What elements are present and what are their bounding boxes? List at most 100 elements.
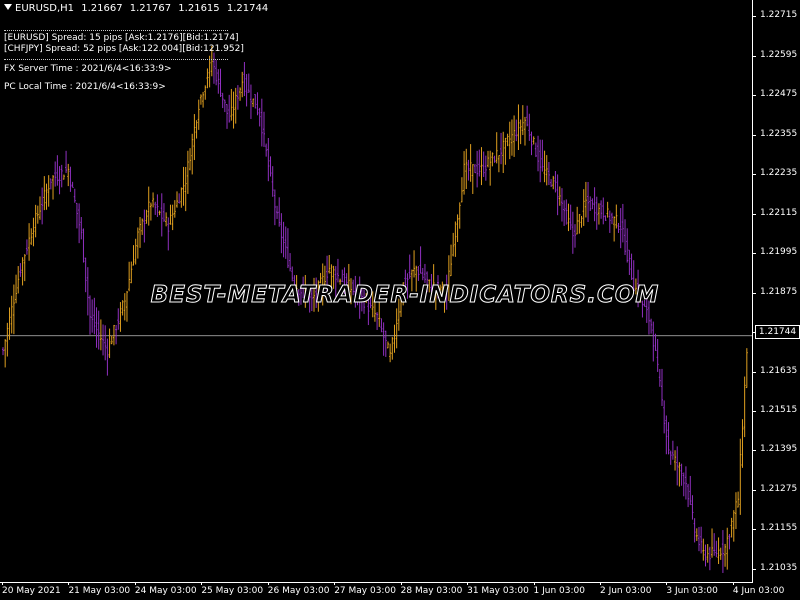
ohlc-bar (719, 547, 722, 560)
ohlc-bar (75, 202, 78, 229)
ohlc-bar (165, 212, 168, 227)
ohlc-bar (2, 347, 4, 356)
ohlc-bar (191, 133, 194, 175)
price-level-label: 1.22235 (760, 168, 798, 179)
ohlc-bar (491, 152, 494, 167)
ohlc-bar (717, 537, 720, 565)
watermark-text: BEST-METATRADER-INDICATORS.COM (150, 282, 660, 309)
ohlc-bar (8, 307, 11, 340)
price-level-label: 1.22355 (760, 128, 798, 139)
price-tick (752, 371, 756, 373)
ohlc-bar (102, 324, 105, 356)
ohlc-bar (382, 322, 385, 356)
ohlc-bar (162, 203, 165, 222)
price-tick (752, 568, 756, 570)
ohlc-bar (106, 338, 109, 376)
ohlc-bar (700, 526, 703, 554)
time-tick (334, 582, 336, 585)
ohlc-bar (280, 213, 283, 254)
time-tick (68, 582, 70, 585)
ohlc-bar (695, 528, 698, 541)
spread-line-chfjpy: [CHFJPY] Spread: 52 pips [Ask:122.004][B… (4, 44, 244, 54)
ohlc-bar (226, 104, 229, 129)
ohlc-bar (547, 161, 550, 186)
ohlc-bar (587, 181, 590, 223)
price-tick (752, 411, 756, 413)
ohlc-bar (91, 299, 94, 333)
ohlc-bar (469, 144, 472, 182)
time-tick (732, 582, 734, 585)
ohlc-bar (676, 446, 679, 486)
ohlc-bar (628, 249, 631, 275)
ohlc-bar (624, 219, 627, 256)
ohlc-bar (458, 202, 461, 229)
ohlc-bar (49, 178, 52, 190)
ohlc-bar (241, 71, 244, 98)
ohlc-bar (471, 164, 474, 194)
ohlc-bar (243, 61, 246, 97)
ohlc-bar (56, 155, 59, 186)
ohlc-bar (47, 175, 50, 207)
ohlc-bar (508, 121, 511, 160)
time-tick (400, 582, 402, 585)
price-scale[interactable]: 1.22715 1.22595 1.22475 1.22355 1.22235 1.221… (752, 0, 800, 582)
ohlc-bar (132, 245, 135, 266)
ohlc-close: 1.21744 (226, 3, 269, 14)
ohlc-bar (523, 116, 526, 146)
ohlc-bar (737, 491, 740, 508)
ohlc-bar (84, 257, 87, 293)
ohlc-bar (256, 92, 259, 116)
ohlc-bar (239, 87, 242, 101)
ohlc-bar (706, 544, 709, 563)
price-level-label: 1.21635 (760, 365, 798, 376)
time-label: 4 Jun 03:00 (732, 586, 785, 596)
time-tick (599, 582, 601, 585)
ohlc-bar (247, 73, 250, 93)
ohlc-bar (663, 400, 666, 434)
ohlc-bar (36, 205, 39, 224)
ohlc-bar (506, 133, 509, 147)
ohlc-bar (136, 227, 139, 259)
ohlc-bar (197, 99, 200, 130)
ohlc-bar (336, 258, 339, 283)
ohlc-bar (32, 217, 35, 247)
ohlc-bar (552, 175, 555, 190)
chart-menu-triangle-icon[interactable] (4, 4, 12, 10)
ohlc-bar (604, 215, 607, 221)
ohlc-bar (526, 105, 529, 127)
ohlc-bar (186, 150, 189, 194)
price-tick (752, 213, 756, 215)
ohlc-bar (178, 193, 181, 204)
ohlc-bar (724, 543, 727, 567)
ohlc-bar (232, 91, 235, 129)
price-level-label: 1.21875 (760, 286, 798, 297)
ohlc-bar (58, 166, 61, 195)
ohlc-bar (228, 94, 231, 123)
time-label: 26 May 03:00 (267, 586, 330, 596)
ohlc-bar (62, 174, 65, 180)
ohlc-bar (60, 164, 63, 188)
ohlc-bar (276, 205, 279, 219)
ohlc-bar (567, 203, 570, 232)
ohlc-bar (656, 338, 659, 372)
ohlc-bar (715, 540, 718, 558)
ohlc-bar (730, 517, 733, 538)
price-tick (752, 489, 756, 491)
pc-local-time: PC Local Time : 2021/6/4<16:33:9> (4, 82, 166, 92)
ohlc-bar (112, 324, 115, 346)
time-axis[interactable]: 20 May 2021 21 May 03:00 24 May 03:00 25 Ma… (0, 582, 784, 600)
ohlc-bar (204, 85, 207, 100)
price-tick (752, 450, 756, 452)
time-label: 27 May 03:00 (334, 586, 396, 596)
ohlc-bar (500, 132, 503, 165)
ohlc-bar (147, 186, 150, 226)
ohlc-bar (234, 87, 237, 124)
ohlc-bar (262, 111, 265, 147)
ohlc-bar (291, 266, 294, 282)
ohlc-bar (615, 204, 618, 229)
ohlc-bar (202, 91, 205, 108)
ohlc-bar (669, 450, 672, 465)
ohlc-bar (530, 131, 533, 156)
ohlc-bar (626, 228, 629, 263)
price-level-label: 1.22595 (760, 49, 798, 60)
